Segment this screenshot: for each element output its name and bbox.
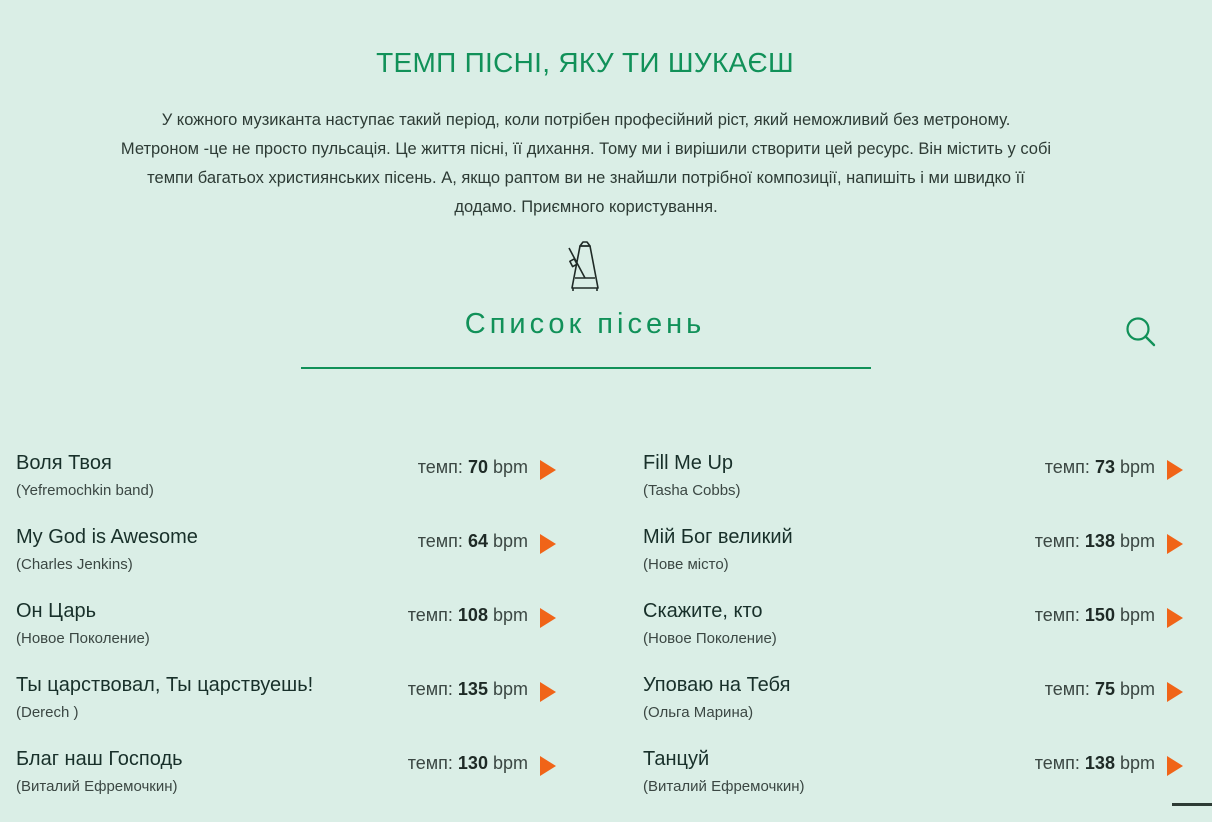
- bpm-value: 75: [1094, 679, 1115, 699]
- play-icon[interactable]: [1167, 534, 1183, 554]
- song-tempo: темп: 70 bpm: [418, 457, 528, 478]
- tempo-prefix: темп:: [1044, 679, 1090, 699]
- song-artist: (Tasha Cobbs): [643, 482, 741, 499]
- bpm-unit: bpm: [1119, 457, 1155, 477]
- song-item[interactable]: Танцуй (Виталий Ефремочкин) темп: 138 bp…: [643, 748, 1183, 822]
- song-title: Ты царствовал, Ты царствуешь!: [16, 674, 314, 696]
- song-tempo: темп: 150 bpm: [1035, 605, 1155, 626]
- song-artist: (Charles Jenkins): [16, 556, 133, 573]
- intro-line: додамо. Приємного користування.: [454, 198, 718, 216]
- song-title: Танцуй: [643, 748, 710, 770]
- song-artist: (Новое Поколение): [643, 630, 777, 647]
- song-title: Скажите, кто: [643, 600, 763, 622]
- play-icon[interactable]: [1167, 756, 1183, 776]
- song-artist: (Yefremochkin band): [16, 482, 154, 499]
- song-artist: (Ольга Марина): [643, 704, 754, 721]
- song-artist: (Виталий Ефремочкин): [643, 778, 805, 795]
- tempo-prefix: темп:: [417, 531, 463, 551]
- bpm-value: 73: [1094, 457, 1115, 477]
- play-icon[interactable]: [1167, 608, 1183, 628]
- song-tempo: темп: 73 bpm: [1045, 457, 1155, 478]
- play-icon[interactable]: [540, 682, 556, 702]
- song-item[interactable]: Воля Твоя (Yefremochkin band) темп: 70 b…: [16, 452, 556, 526]
- tempo-prefix: темп:: [417, 457, 463, 477]
- song-tempo: темп: 75 bpm: [1045, 679, 1155, 700]
- play-icon[interactable]: [540, 608, 556, 628]
- tempo-prefix: темп:: [407, 605, 453, 625]
- bpm-value: 135: [457, 679, 488, 699]
- song-tempo: темп: 64 bpm: [418, 531, 528, 552]
- song-title: Воля Твоя: [16, 452, 112, 474]
- song-tempo: темп: 138 bpm: [1035, 753, 1155, 774]
- search-icon: [1126, 317, 1156, 347]
- bpm-unit: bpm: [492, 605, 528, 625]
- song-tempo: темп: 108 bpm: [408, 605, 528, 626]
- tempo-prefix: темп:: [1034, 753, 1080, 773]
- search-button[interactable]: [1122, 313, 1160, 351]
- play-icon[interactable]: [540, 756, 556, 776]
- song-title: Благ наш Господь: [16, 748, 183, 770]
- song-item[interactable]: Благ наш Господь (Виталий Ефремочкин) те…: [16, 748, 556, 822]
- song-tempo: темп: 138 bpm: [1035, 531, 1155, 552]
- intro-line: темпи багатьох християнських пісень. А, …: [147, 169, 1025, 187]
- bpm-value: 64: [467, 531, 488, 551]
- tempo-prefix: темп:: [1044, 457, 1090, 477]
- play-icon[interactable]: [540, 534, 556, 554]
- song-title: Он Царь: [16, 600, 97, 622]
- bpm-unit: bpm: [492, 679, 528, 699]
- bpm-value: 130: [457, 753, 488, 773]
- song-list-left: Воля Твоя (Yefremochkin band) темп: 70 b…: [16, 452, 556, 822]
- bpm-value: 138: [1084, 753, 1115, 773]
- song-artist: (Нове місто): [643, 556, 729, 573]
- page-title: ТЕМП ПІСНІ, ЯКУ ТИ ШУКАЄШ: [376, 46, 794, 78]
- metronome-icon: [568, 241, 599, 291]
- song-tempo: темп: 130 bpm: [408, 753, 528, 774]
- intro-line: Метроном -це не просто пульсація. Це жит…: [120, 140, 1052, 158]
- song-item[interactable]: Он Царь (Новое Поколение) темп: 108 bpm: [16, 600, 556, 674]
- song-title: My God is Awesome: [16, 526, 198, 548]
- play-icon[interactable]: [1167, 682, 1183, 702]
- title-underline: [301, 367, 871, 369]
- song-item[interactable]: Fill Me Up (Tasha Cobbs) темп: 73 bpm: [643, 452, 1183, 526]
- song-artist: (Новое Поколение): [16, 630, 150, 647]
- song-tempo: темп: 135 bpm: [408, 679, 528, 700]
- bpm-unit: bpm: [492, 457, 528, 477]
- play-icon[interactable]: [540, 460, 556, 480]
- song-item[interactable]: Мій Бог великий (Нове місто) темп: 138 b…: [643, 526, 1183, 600]
- song-item[interactable]: Уповаю на Тебя (Ольга Марина) темп: 75 b…: [643, 674, 1183, 748]
- bpm-unit: bpm: [1119, 531, 1155, 551]
- intro-line: У кожного музиканта наступає такий періо…: [161, 111, 1011, 129]
- play-icon[interactable]: [1167, 460, 1183, 480]
- song-title: Fill Me Up: [643, 452, 734, 474]
- song-list-title: Список пісень: [464, 308, 706, 340]
- song-item[interactable]: Скажите, кто (Новое Поколение) темп: 150…: [643, 600, 1183, 674]
- bpm-value: 150: [1084, 605, 1115, 625]
- bpm-unit: bpm: [1119, 679, 1155, 699]
- song-title: Мій Бог великий: [643, 526, 793, 548]
- bpm-value: 138: [1084, 531, 1115, 551]
- tempo-prefix: темп:: [407, 679, 453, 699]
- song-artist: (Derech ): [16, 704, 79, 721]
- bpm-value: 70: [467, 457, 488, 477]
- bpm-unit: bpm: [492, 753, 528, 773]
- tempo-prefix: темп:: [407, 753, 453, 773]
- bpm-unit: bpm: [1119, 605, 1155, 625]
- song-item[interactable]: Ты царствовал, Ты царствуешь! (Derech ) …: [16, 674, 556, 748]
- tempo-prefix: темп:: [1034, 531, 1080, 551]
- song-artist: (Виталий Ефремочкин): [16, 778, 178, 795]
- song-title: Уповаю на Тебя: [643, 674, 791, 696]
- bpm-unit: bpm: [492, 531, 528, 551]
- song-item[interactable]: My God is Awesome (Charles Jenkins) темп…: [16, 526, 556, 600]
- bpm-unit: bpm: [1119, 753, 1155, 773]
- tempo-prefix: темп:: [1034, 605, 1080, 625]
- bpm-value: 108: [457, 605, 488, 625]
- song-list-right: Fill Me Up (Tasha Cobbs) темп: 73 bpm Мі…: [643, 452, 1183, 822]
- intro-text: У кожного музиканта наступає такий періо…: [10, 106, 1162, 222]
